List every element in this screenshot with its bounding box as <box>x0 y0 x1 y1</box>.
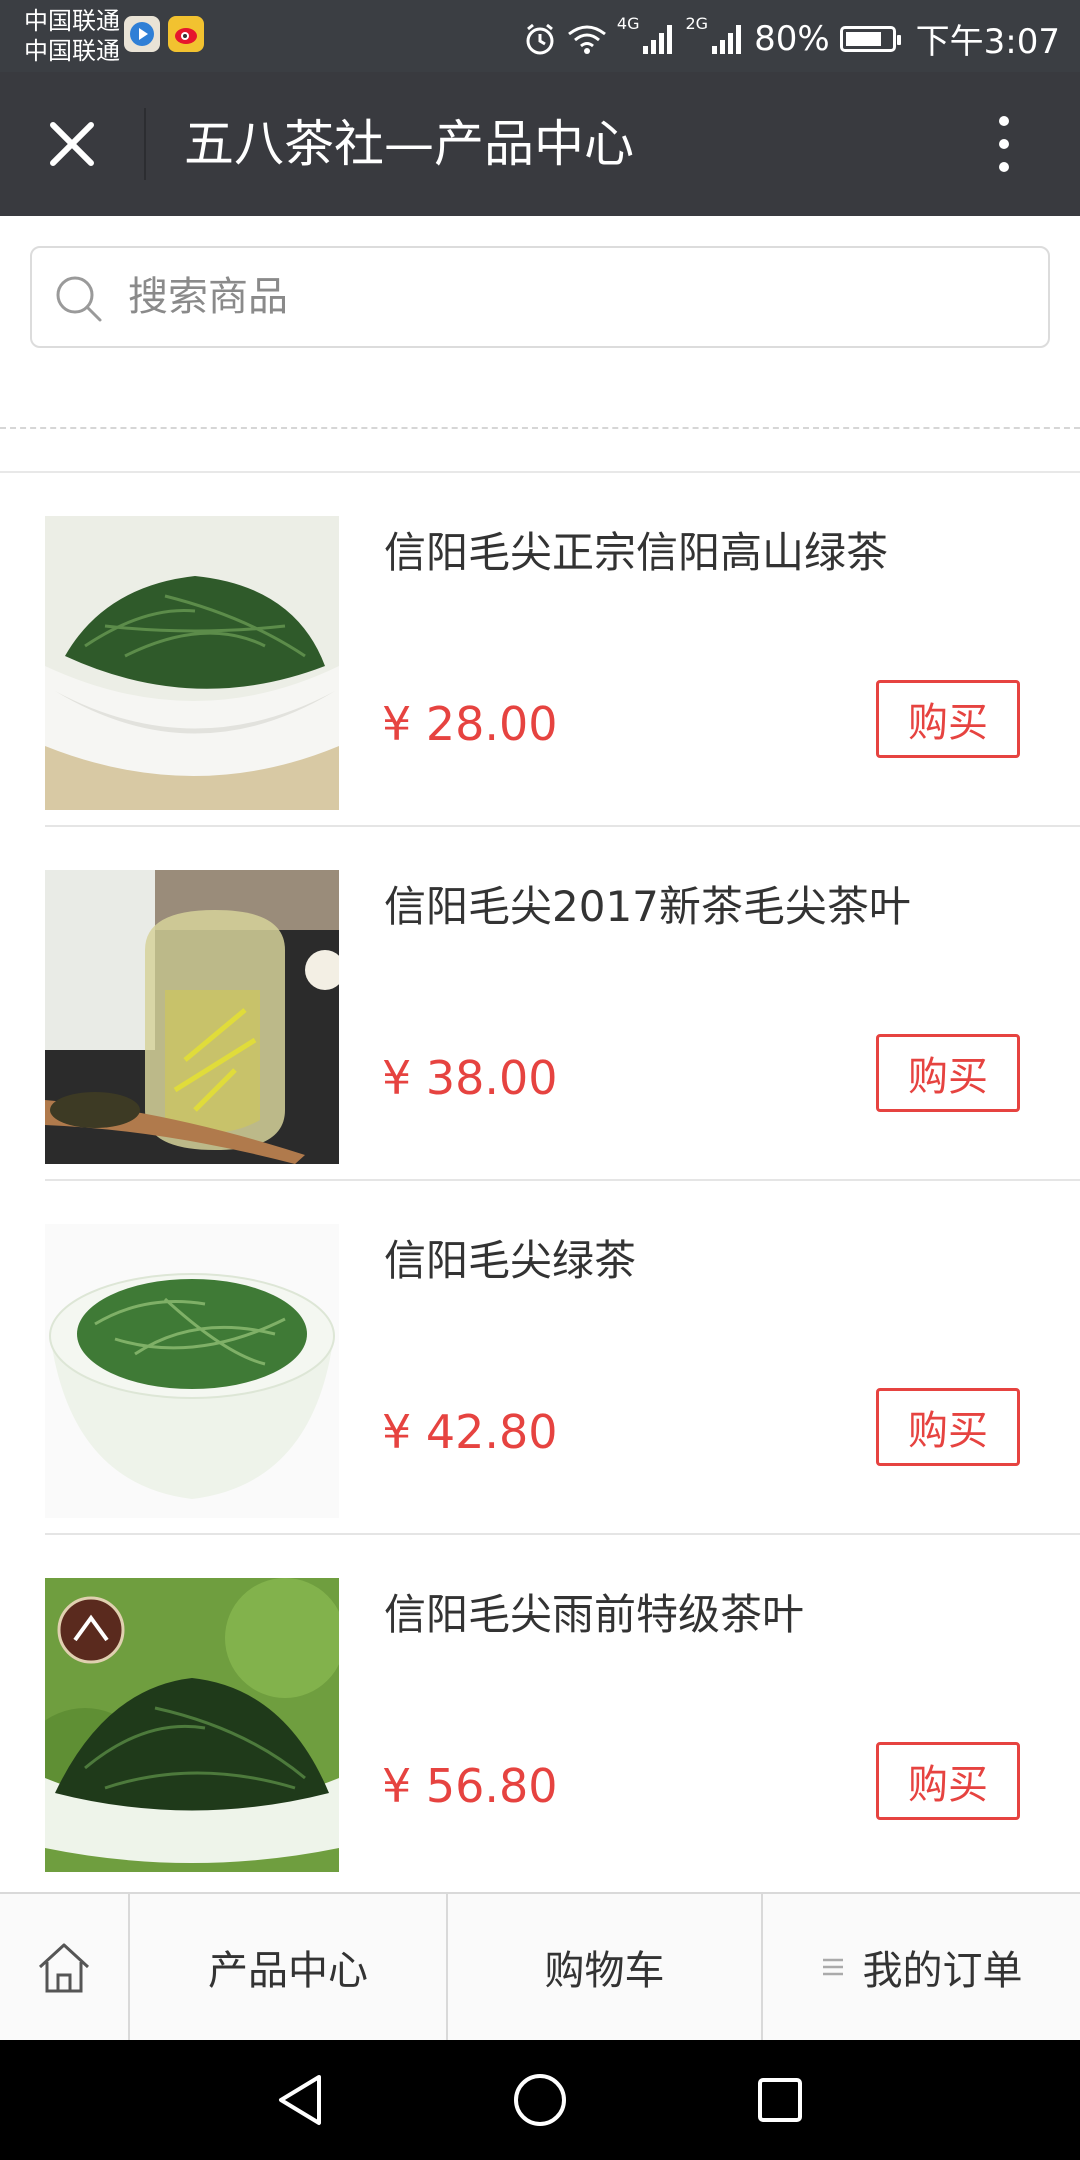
network-type-1: 4G <box>616 14 640 33</box>
title-bar: 五八茶社—产品中心 <box>0 72 1080 216</box>
close-button[interactable] <box>30 108 114 180</box>
buy-button[interactable]: 购买 <box>876 1742 1020 1820</box>
product-image[interactable] <box>45 1224 339 1518</box>
signal-icon-1 <box>643 24 673 54</box>
battery-percent: 80% <box>754 18 830 59</box>
product-image[interactable] <box>45 1578 339 1872</box>
bottom-nav: 产品中心 购物车 我的订单 <box>0 1892 1080 2040</box>
nav-products-tab[interactable]: 产品中心 <box>130 1894 448 2040</box>
back-button[interactable] <box>270 2070 330 2130</box>
close-icon <box>50 122 94 166</box>
product-image[interactable] <box>45 870 339 1164</box>
weibo-app-icon <box>168 16 204 52</box>
product-item[interactable]: 信阳毛尖正宗信阳高山绿茶 ¥ 28.00 购买 <box>0 473 1080 827</box>
back-triangle-icon <box>279 2075 321 2125</box>
product-name[interactable]: 信阳毛尖正宗信阳高山绿茶 <box>384 519 888 580</box>
nav-orders-label: 我的订单 <box>862 1948 1023 1994</box>
product-price: ¥ 38.00 <box>382 1051 558 1105</box>
product-item[interactable]: 信阳毛尖绿茶 ¥ 42.80 购买 <box>0 1181 1080 1535</box>
recents-square-icon <box>758 2078 802 2122</box>
nav-orders-tab[interactable]: 我的订单 <box>763 1894 1080 2040</box>
carrier-info: 中国联通 中国联通 <box>24 6 120 66</box>
nav-cart-tab[interactable]: 购物车 <box>448 1894 763 2040</box>
status-bar: 中国联通 中国联通 4G 2G 80% 下午3:07 <box>0 0 1080 72</box>
nav-home-button[interactable] <box>0 1894 130 2040</box>
product-price: ¥ 56.80 <box>382 1759 558 1813</box>
search-icon <box>56 276 102 322</box>
product-list: 信阳毛尖正宗信阳高山绿茶 ¥ 28.00 购买 信阳毛尖2017新茶毛尖茶叶 ¥… <box>0 473 1080 1889</box>
product-price: ¥ 42.80 <box>382 1405 558 1459</box>
product-image[interactable] <box>45 516 339 810</box>
home-icon <box>38 1943 90 1993</box>
product-name[interactable]: 信阳毛尖2017新茶毛尖茶叶 <box>384 873 911 934</box>
buy-button[interactable]: 购买 <box>876 1034 1020 1112</box>
product-name[interactable]: 信阳毛尖绿茶 <box>384 1227 636 1288</box>
more-button[interactable] <box>968 108 1040 180</box>
carrier-1: 中国联通 <box>24 7 120 35</box>
buy-button[interactable]: 购买 <box>876 680 1020 758</box>
product-item[interactable]: 信阳毛尖雨前特级茶叶 ¥ 56.80 购买 <box>0 1535 1080 1889</box>
menu-icon <box>822 1958 843 1976</box>
system-nav-bar <box>0 2040 1080 2160</box>
buy-button[interactable]: 购买 <box>876 1388 1020 1466</box>
search-bar[interactable] <box>30 246 1050 348</box>
clock: 下午3:07 <box>915 22 1060 62</box>
dashed-divider <box>0 427 1080 429</box>
search-input[interactable] <box>128 248 1028 346</box>
recents-button[interactable] <box>750 2070 810 2130</box>
title-divider <box>144 108 146 180</box>
signal-icon-2 <box>712 24 742 54</box>
home-circle-icon <box>514 2074 566 2126</box>
notification-icons <box>124 16 204 52</box>
video-app-icon <box>124 16 160 52</box>
home-system-button[interactable] <box>510 2070 570 2130</box>
product-price: ¥ 28.00 <box>382 697 558 751</box>
alarm-icon <box>526 23 554 54</box>
battery-icon <box>839 25 901 52</box>
product-name[interactable]: 信阳毛尖雨前特级茶叶 <box>384 1581 804 1642</box>
wifi-icon <box>567 25 606 54</box>
status-right: 4G 2G 80% 下午3:07 <box>523 14 1060 63</box>
product-item[interactable]: 信阳毛尖2017新茶毛尖茶叶 ¥ 38.00 购买 <box>0 827 1080 1181</box>
carrier-2: 中国联通 <box>24 37 120 65</box>
network-type-2: 2G <box>685 14 709 33</box>
more-vertical-icon <box>999 116 1009 172</box>
page-title: 五八茶社—产品中心 <box>184 115 634 173</box>
